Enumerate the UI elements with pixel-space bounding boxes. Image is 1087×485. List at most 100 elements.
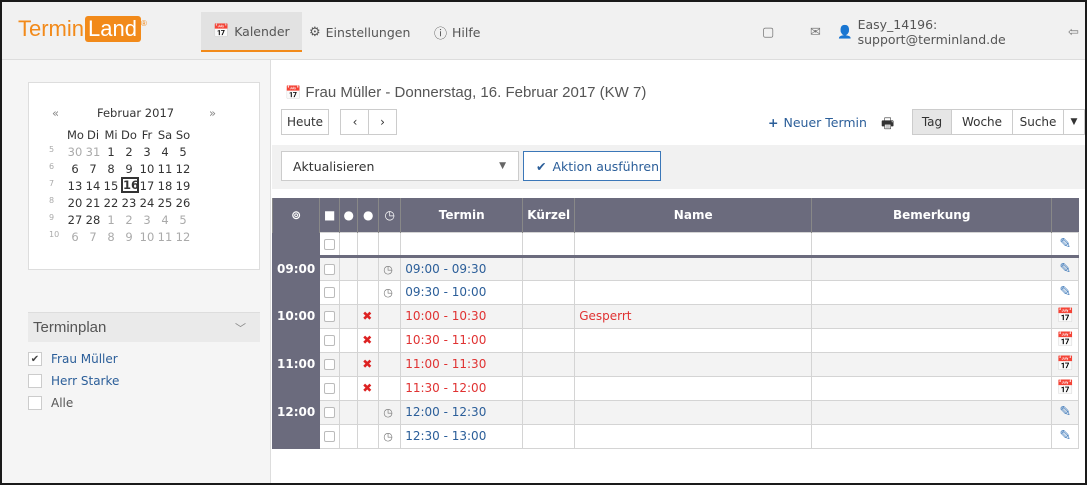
edit-icon[interactable]: ✎ bbox=[1059, 284, 1071, 300]
row-checkbox[interactable] bbox=[324, 359, 336, 370]
row-checkbox[interactable] bbox=[324, 287, 336, 298]
view-tab-suche[interactable]: Suche bbox=[1012, 109, 1064, 135]
row-checkbox[interactable] bbox=[324, 431, 336, 442]
action-cell[interactable]: 📅 bbox=[1051, 303, 1080, 329]
calendar-day[interactable]: 18 bbox=[157, 179, 173, 193]
calendar-day[interactable]: 2 bbox=[121, 145, 137, 159]
calendar-day[interactable]: 7 bbox=[85, 230, 101, 244]
calendar-day[interactable]: 8 bbox=[103, 230, 119, 244]
calendar-day[interactable]: 26 bbox=[175, 196, 191, 210]
action-cell[interactable]: 📅 bbox=[1051, 351, 1080, 377]
calendar-day[interactable]: 25 bbox=[157, 196, 173, 210]
execute-action-button[interactable]: ✔ Aktion ausführen bbox=[523, 151, 661, 181]
calendar-day[interactable]: 27 bbox=[67, 213, 83, 227]
column-header-name[interactable]: Name bbox=[574, 198, 812, 232]
table-row[interactable]: 11:00 ✖ 11:00 - 11:30 📅 bbox=[271, 351, 1080, 377]
checkbox[interactable] bbox=[28, 396, 42, 410]
slot-cell[interactable]: 11:30 - 12:00 bbox=[400, 375, 524, 401]
table-row[interactable]: 09:00 ◷ 09:00 - 09:30 ✎ bbox=[271, 254, 1080, 281]
new-appointment-link[interactable]: + Neuer Termin bbox=[768, 115, 867, 130]
calendar-day[interactable]: 3 bbox=[139, 145, 155, 159]
logout-icon[interactable]: ⇦ bbox=[1068, 12, 1079, 52]
slot-cell[interactable]: 11:00 - 11:30 bbox=[400, 351, 524, 377]
calendar-day[interactable]: 2 bbox=[121, 213, 137, 227]
calendar-day[interactable]: 12 bbox=[175, 230, 191, 244]
calendar-day[interactable]: 12 bbox=[175, 162, 191, 176]
slot-cell[interactable]: 09:00 - 09:30 bbox=[400, 254, 524, 281]
column-header-bemerkung[interactable]: Bemerkung bbox=[811, 198, 1052, 232]
action-cell[interactable]: ✎ bbox=[1051, 254, 1080, 281]
edit-icon[interactable]: ✎ bbox=[1059, 261, 1071, 277]
calendar-day[interactable]: 1 bbox=[103, 213, 119, 227]
column-header-termin[interactable]: Termin bbox=[400, 198, 523, 232]
calendar-day[interactable]: 4 bbox=[157, 213, 173, 227]
calendar-check-icon[interactable]: 📅 bbox=[1056, 308, 1073, 324]
calendar-check-icon[interactable]: 📅 bbox=[1056, 380, 1073, 396]
terminplan-item[interactable]: Alle bbox=[28, 392, 260, 414]
view-tab-tag[interactable]: Tag bbox=[912, 109, 952, 135]
edit-icon[interactable]: ✎ bbox=[1059, 236, 1071, 252]
action-cell[interactable]: 📅 bbox=[1051, 375, 1080, 401]
terminplan-item[interactable]: Herr Starke bbox=[28, 370, 260, 392]
row-checkbox[interactable] bbox=[324, 238, 336, 250]
calendar-day[interactable]: 9 bbox=[121, 230, 137, 244]
calendar-day[interactable]: 6 bbox=[67, 162, 83, 176]
row-checkbox-cell[interactable] bbox=[319, 351, 341, 377]
calendar-check-icon[interactable]: 📅 bbox=[1056, 356, 1073, 372]
calendar-day[interactable]: 7 bbox=[85, 162, 101, 176]
calendar-day[interactable]: 20 bbox=[67, 196, 83, 210]
calendar-day[interactable]: 22 bbox=[103, 196, 119, 210]
account-menu[interactable]: 👤 Easy_14196: support@terminland.de bbox=[837, 12, 1085, 52]
calendar-check-icon[interactable]: 📅 bbox=[1056, 332, 1073, 348]
calendar-day[interactable]: 21 bbox=[85, 196, 101, 210]
nav-einstellungen[interactable]: ⚙ Einstellungen bbox=[297, 12, 422, 52]
next-day-button[interactable]: › bbox=[368, 109, 397, 135]
table-row[interactable]: ✖ 11:30 - 12:00 📅 bbox=[271, 375, 1080, 401]
slot-cell[interactable]: 10:00 - 10:30 bbox=[400, 303, 524, 329]
slot-cell[interactable] bbox=[400, 231, 524, 257]
calendar-day[interactable]: 19 bbox=[175, 179, 191, 193]
calendar-day[interactable]: 10 bbox=[139, 230, 155, 244]
calendar-day[interactable]: 11 bbox=[157, 162, 173, 176]
checkbox[interactable] bbox=[28, 374, 42, 388]
row-checkbox-cell[interactable] bbox=[319, 423, 341, 449]
table-row[interactable]: ✎ bbox=[271, 231, 1080, 257]
calendar-day[interactable]: 15 bbox=[103, 179, 119, 193]
calendar-day[interactable]: 31 bbox=[85, 145, 101, 159]
calendar-day[interactable]: 8 bbox=[103, 162, 119, 176]
table-row[interactable]: 12:00 ◷ 12:00 - 12:30 ✎ bbox=[271, 399, 1080, 425]
calendar-next-button[interactable]: » bbox=[209, 106, 216, 120]
prev-day-button[interactable]: ‹ bbox=[340, 109, 369, 135]
terminplan-item[interactable]: ✔ Frau Müller bbox=[28, 348, 260, 370]
calendar-day[interactable]: 4 bbox=[157, 145, 173, 159]
view-tab-woche[interactable]: Woche bbox=[951, 109, 1013, 135]
action-select[interactable]: Aktualisieren ▼ bbox=[281, 151, 519, 181]
row-checkbox[interactable] bbox=[324, 407, 336, 418]
view-dropdown-button[interactable]: ▼ bbox=[1063, 109, 1085, 135]
row-checkbox-cell[interactable] bbox=[319, 375, 341, 401]
calendar-month-label[interactable]: Februar 2017 bbox=[97, 106, 174, 120]
today-button[interactable]: Heute bbox=[281, 109, 329, 135]
toggle-all-icon[interactable]: ⊚ bbox=[271, 198, 320, 232]
row-checkbox[interactable] bbox=[324, 263, 336, 275]
action-cell[interactable]: ✎ bbox=[1051, 231, 1080, 257]
nav-hilfe[interactable]: ⓘ Hilfe bbox=[422, 12, 492, 52]
calendar-day[interactable]: 10 bbox=[139, 162, 155, 176]
calendar-prev-button[interactable]: « bbox=[52, 106, 59, 120]
row-checkbox[interactable] bbox=[324, 335, 336, 346]
row-checkbox[interactable] bbox=[324, 311, 336, 322]
table-row[interactable]: 10:00 ✖ 10:00 - 10:30 Gesperrt 📅 bbox=[271, 303, 1080, 329]
calendar-day[interactable]: 1 bbox=[103, 145, 119, 159]
calendar-day[interactable]: 13 bbox=[67, 179, 83, 193]
calendar-day[interactable]: 5 bbox=[175, 145, 191, 159]
action-cell[interactable]: 📅 bbox=[1051, 327, 1080, 353]
select-all-checkbox-header[interactable]: ■ bbox=[319, 198, 340, 232]
terminplan-header[interactable]: Terminplan ﹀ bbox=[28, 312, 260, 342]
row-checkbox-cell[interactable] bbox=[319, 231, 341, 257]
column-header-kuerzel[interactable]: Kürzel bbox=[522, 198, 575, 232]
row-checkbox-cell[interactable] bbox=[319, 279, 341, 305]
edit-icon[interactable]: ✎ bbox=[1059, 404, 1071, 420]
calendar-day[interactable]: 5 bbox=[175, 213, 191, 227]
action-cell[interactable]: ✎ bbox=[1051, 423, 1080, 449]
slot-cell[interactable]: 12:30 - 13:00 bbox=[400, 423, 524, 449]
